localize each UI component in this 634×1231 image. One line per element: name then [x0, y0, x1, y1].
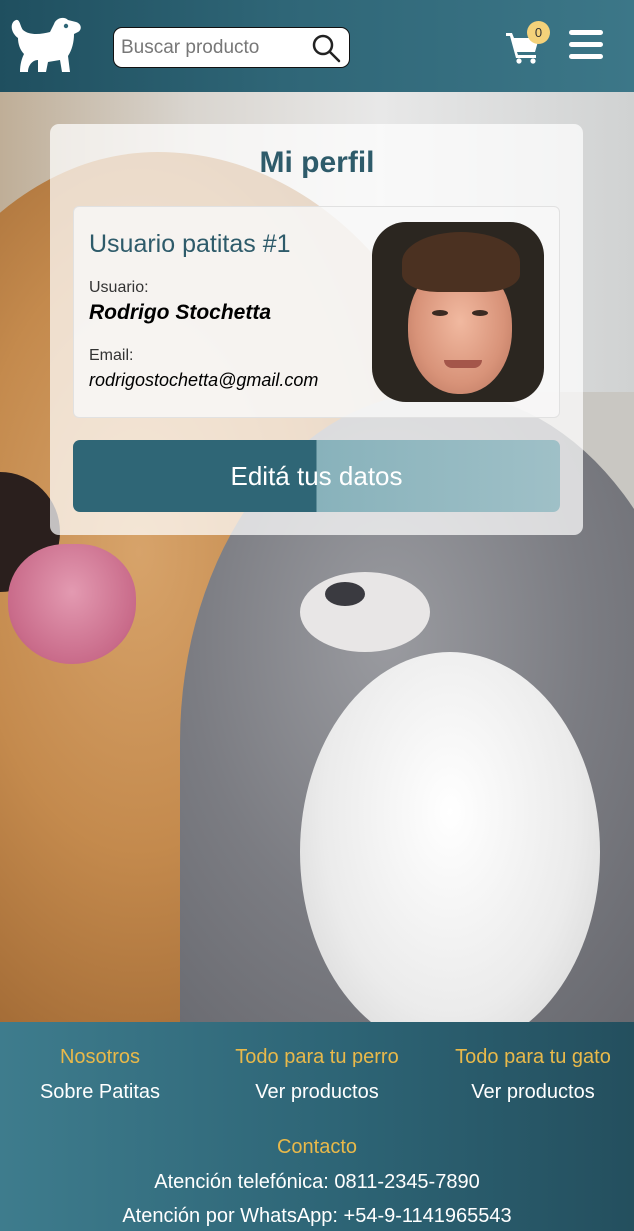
footer-heading: Todo para tu perro — [235, 1046, 399, 1068]
user-email: rodrigostochetta@gmail.com — [89, 370, 319, 390]
contact-whatsapp[interactable]: Atención por WhatsApp: +54-9-1141965543 — [0, 1205, 634, 1228]
dog-logo-icon[interactable] — [8, 10, 84, 76]
contact-phone[interactable]: Atención telefónica: 0811-2345-7890 — [0, 1171, 634, 1194]
email-label: Email: — [89, 347, 134, 364]
contact-heading: Contacto — [276, 1136, 358, 1158]
avatar — [372, 222, 544, 402]
footer-heading: Todo para tu gato — [455, 1046, 611, 1068]
search-icon[interactable] — [311, 33, 341, 63]
footer-link-ver-productos-gato[interactable]: Ver productos — [440, 1081, 626, 1104]
footer-column-nosotros: Nosotros Sobre Patitas — [20, 1046, 180, 1104]
footer-heading: Nosotros — [59, 1046, 141, 1068]
footer-column-perro: Todo para tu perro Ver productos — [216, 1046, 418, 1104]
user-heading: Usuario patitas #1 — [89, 230, 291, 258]
footer-column-gato: Todo para tu gato Ver productos — [440, 1046, 626, 1104]
footer-link-sobre-patitas[interactable]: Sobre Patitas — [20, 1081, 180, 1104]
page-title: Mi perfil — [259, 146, 375, 179]
top-navbar: 0 — [0, 0, 634, 92]
edit-profile-button[interactable]: Editá tus datos — [73, 440, 560, 512]
footer-link-ver-productos-perro[interactable]: Ver productos — [216, 1081, 418, 1104]
search-box — [113, 27, 350, 68]
hamburger-menu-icon[interactable] — [569, 30, 603, 62]
user-name: Rodrigo Stochetta — [89, 301, 271, 324]
cart-count-badge: 0 — [527, 21, 550, 44]
search-input[interactable] — [121, 34, 311, 61]
user-label: Usuario: — [89, 279, 149, 296]
